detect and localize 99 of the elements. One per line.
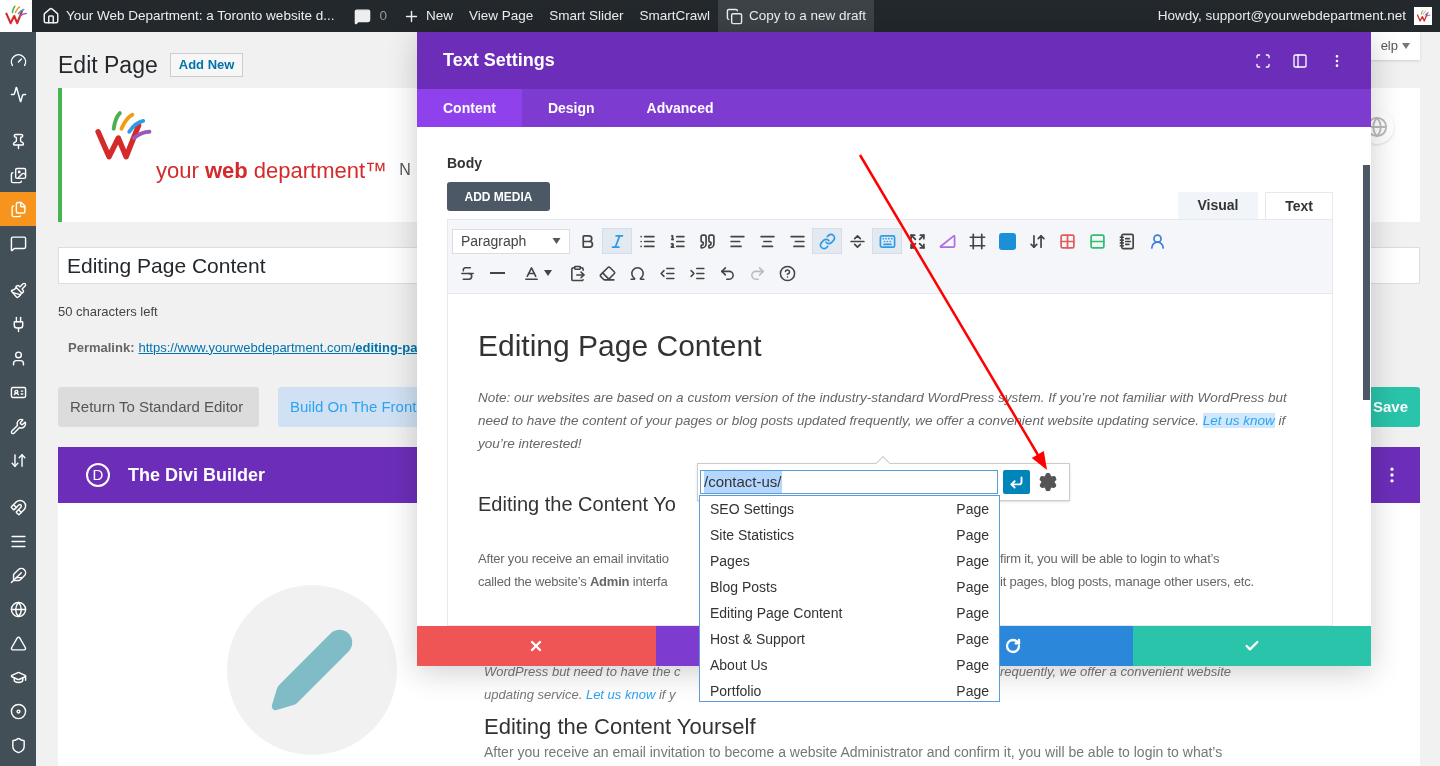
help-tab[interactable]: elp: [1370, 32, 1420, 60]
triangle-icon: [9, 634, 27, 652]
apply-button[interactable]: [1003, 470, 1030, 494]
sort-icon: [9, 451, 27, 469]
strikethrough-icon: [458, 264, 476, 282]
field-label: Body: [447, 154, 483, 173]
link-result[interactable]: Blog Posts Page: [700, 574, 999, 600]
horizontal-line-icon: [489, 272, 505, 274]
content-heading: Editing the Content Yo: [478, 492, 676, 517]
content-text: firm it, you will be able to login to what’s: [1000, 550, 1220, 568]
notepad-icon: [1118, 232, 1136, 250]
preview-text: WordPress but need to have the c: [484, 664, 681, 679]
disc-icon: [9, 702, 27, 720]
redo-icon: [748, 264, 766, 282]
numbered-list-icon: [668, 232, 686, 250]
scroll-thumb[interactable]: [1363, 165, 1370, 400]
modal-tab[interactable]: Design: [521, 89, 621, 127]
admin-bar-link[interactable]: SmartCrawl: [631, 0, 719, 32]
magnet-icon: [9, 498, 27, 516]
link-icon: [818, 232, 836, 250]
home-icon: [42, 7, 60, 25]
panel-icon[interactable]: [1292, 52, 1308, 69]
bars-icon: [1088, 232, 1106, 250]
scan-icon[interactable]: [1255, 52, 1271, 69]
ruler-icon: [938, 232, 956, 250]
editor-mode-tab[interactable]: Text: [1265, 192, 1333, 219]
preview-heading: Editing the Content Yourself: [484, 714, 757, 740]
content-text: it pages, blog posts, manage other users, etc.: [1000, 573, 1254, 591]
caret-icon: [1402, 43, 1410, 49]
read-more-icon: [848, 232, 866, 250]
builder-title: The Divi Builder: [128, 463, 266, 487]
site-link[interactable]: Your Web Department: a Toronto website d...: [32, 5, 347, 27]
add-media-button[interactable]: ADD MEDIA: [447, 182, 550, 211]
link-result[interactable]: Host & Support Page: [700, 626, 999, 652]
modal-title: Text Settings: [443, 49, 555, 72]
transfer-icon: [1028, 232, 1046, 250]
fullscreen-icon: [908, 232, 926, 250]
admin-bar-link[interactable]: View Page: [460, 0, 542, 32]
globe-icon: [9, 600, 27, 618]
logo-text: your web department™: [156, 157, 388, 185]
link-result[interactable]: Pages Page: [700, 548, 999, 574]
image-frame-icon: [968, 232, 986, 250]
notice-text: N: [399, 160, 411, 180]
grid-icon: [1058, 232, 1076, 250]
user-icon: [1148, 232, 1166, 250]
permalink-label: Permalink:: [68, 338, 135, 357]
wrench-icon: [9, 417, 27, 435]
text-color-icon: [522, 264, 540, 282]
caret-icon: [543, 270, 552, 276]
brush-icon: [9, 281, 27, 299]
images-icon: [9, 166, 27, 184]
enter-icon: [1009, 474, 1024, 490]
omega-icon: [628, 264, 646, 282]
site-logo[interactable]: [0, 0, 32, 32]
permalink-link[interactable]: https://www.yourwebdepartment.com/editing-pa: [138, 337, 418, 357]
avatar: [1414, 7, 1432, 25]
content-text: After you receive an email invitatio: [478, 551, 669, 566]
preview-text: requently, we offer a convenient website: [1000, 663, 1231, 681]
page-title: Edit Page: [58, 51, 158, 80]
redo-icon: [1005, 638, 1022, 654]
comment-icon: [354, 7, 372, 25]
link-result[interactable]: Site Statistics Page: [700, 522, 999, 548]
modal-tab[interactable]: Content: [417, 89, 522, 127]
link-result[interactable]: About Us Page: [700, 652, 999, 678]
link-result[interactable]: Editing Page Content Page: [700, 600, 999, 626]
keyboard-icon: [878, 232, 896, 250]
content-text: called the website’s Admin interfa: [478, 574, 668, 589]
preview-text: updating service. Let us know if y: [484, 686, 676, 704]
plugin-icon: [998, 232, 1016, 250]
characters-left: 50 characters left: [58, 303, 159, 321]
link-result[interactable]: Portfolio Page: [700, 678, 999, 701]
editor-mode-tab[interactable]: Visual: [1178, 192, 1258, 219]
comment-icon: [9, 234, 27, 252]
help-icon: [778, 264, 796, 282]
preview-text: After you receive an email invitation to become a website Administrator and confirm it, you will be able to login to what’s: [484, 744, 1224, 760]
link-result[interactable]: SEO Settings Page: [700, 496, 999, 522]
pages-icon: [9, 200, 27, 218]
undo-icon: [718, 264, 736, 282]
copy-icon: [726, 7, 744, 25]
content-heading: Editing Page Content: [478, 328, 763, 364]
caret-icon: [552, 238, 561, 244]
format-select[interactable]: Paragraph: [452, 228, 570, 254]
account-menu[interactable]: Howdy, support@yourwebdepartment.net: [1157, 5, 1440, 27]
shield-icon: [9, 736, 27, 754]
divi-logo: D: [86, 463, 110, 487]
gauge-icon: [9, 51, 27, 69]
admin-bar-link[interactable]: New: [394, 0, 461, 32]
paste-icon: [568, 264, 586, 282]
modal-tab[interactable]: Advanced: [620, 89, 740, 127]
admin-bar-link[interactable]: Copy to a new draft: [718, 0, 875, 32]
feather-icon: [9, 566, 27, 584]
admin-bar-link[interactable]: Smart Slider: [541, 0, 632, 32]
url-field[interactable]: /contact-us/: [700, 470, 998, 494]
add-new-button[interactable]: Add New: [169, 53, 244, 77]
editor-button[interactable]: Return To Standard Editor: [58, 387, 259, 427]
comments-link[interactable]: 0: [346, 5, 395, 27]
pulse-icon: [9, 85, 27, 103]
eraser-icon: [598, 264, 616, 282]
quote-icon: [698, 232, 716, 250]
